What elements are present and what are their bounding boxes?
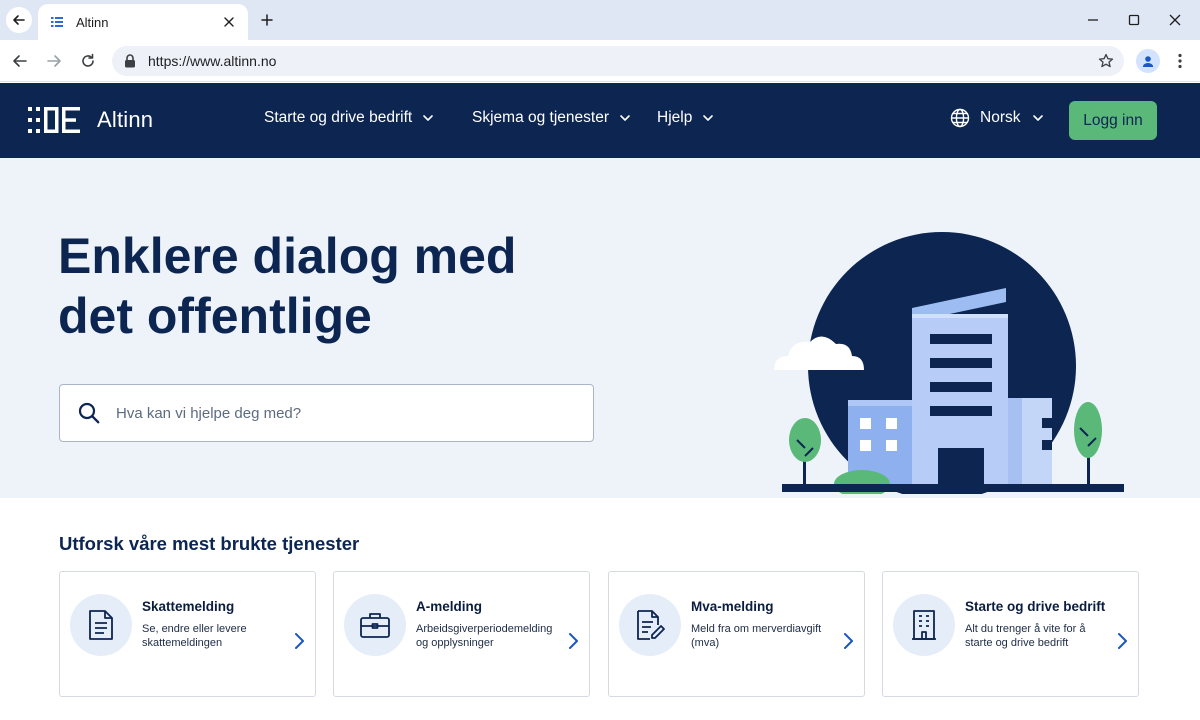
chevron-right-icon [295,633,304,649]
hero-title-line-1: Enklere dialog med [58,228,517,284]
browser-tab[interactable]: Altinn [38,4,248,40]
search-box[interactable] [59,384,594,442]
maximize-icon[interactable] [1121,8,1147,32]
url-text[interactable]: https://www.altinn.no [148,53,1098,69]
tab-title: Altinn [76,14,109,30]
browser-toolbar: https://www.altinn.no [0,40,1200,82]
profile-icon[interactable] [1136,49,1160,73]
card-title: Starte og drive bedrift [965,599,1106,614]
altinn-favicon-icon [51,17,63,27]
card-title: Skattemelding [142,599,235,614]
login-button[interactable]: Logg inn [1069,101,1157,140]
briefcase-icon [360,613,390,638]
nav-hjelp[interactable]: Hjelp [657,109,714,127]
chevron-right-icon [844,633,853,649]
card-description: Se, endre eller levere skattemeldingen [142,623,247,649]
hero-title-line-2: det offentlige [58,288,372,344]
forward-icon[interactable] [42,49,66,73]
services-heading: Utforsk våre mest brukte tjenester [59,533,360,554]
chevron-right-icon [1118,633,1127,649]
nav-label: Starte og drive bedrift [264,109,413,126]
hero-section: Enklere dialog med det offentlige [0,158,1200,498]
nav-label: Skjema og tjenester [472,109,609,126]
chevron-down-icon [423,115,434,121]
back-icon[interactable] [8,49,32,73]
building-icon [912,610,936,640]
card-description: Arbeidsgiverperiodemelding og opplysning… [416,623,553,649]
card-title: A-melding [416,599,482,614]
card-description: Alt du trenger å vite for å starte og dr… [965,623,1086,649]
language-selector[interactable]: Norsk [950,108,1044,128]
nav-skjema-og-tjenester[interactable]: Skjema og tjenester [472,109,631,127]
building-illustration [774,232,1124,494]
service-card-starte-og-drive-bedrift[interactable]: Starte og drive bedrift Alt du trenger å… [882,571,1139,697]
close-icon[interactable] [220,13,238,31]
brand-name: Altinn [97,107,154,132]
search-icon[interactable] [78,402,100,424]
chevron-down-icon [703,115,714,121]
browser-tabstrip: Altinn [0,0,1200,40]
brand-link[interactable]: Altinn [28,105,153,135]
nav-label: Hjelp [657,109,693,126]
nav-starte-og-drive-bedrift[interactable]: Starte og drive bedrift [264,109,434,127]
altinn-logo-icon [28,107,80,133]
globe-icon [950,108,970,128]
card-description: Meld fra om merverdiavgift (mva) [691,623,822,649]
card-title: Mva-melding [691,599,774,614]
window-close-icon[interactable] [1162,8,1188,32]
service-card-a-melding[interactable]: A-melding Arbeidsgiverperiodemelding og … [333,571,590,697]
address-bar[interactable]: https://www.altinn.no [112,46,1124,76]
back-icon[interactable] [6,7,32,33]
search-input[interactable] [116,404,556,422]
chevron-down-icon [620,115,630,121]
lock-icon[interactable] [124,54,136,68]
chevron-right-icon [569,633,578,649]
language-label: Norsk [980,109,1021,126]
plus-icon[interactable] [256,9,278,31]
chevron-down-icon [1033,115,1044,121]
more-icon[interactable] [1168,49,1192,73]
reload-icon[interactable] [76,49,100,73]
site-header: Altinn Starte og drive bedrift Skjema og… [0,83,1200,158]
service-card-skattemelding[interactable]: Skattemelding Se, endre eller levere ska… [59,571,316,697]
document-pen-icon [637,610,665,640]
hero-title: Enklere dialog med det offentlige [58,226,658,346]
document-icon [89,610,113,640]
minimize-icon[interactable] [1080,8,1106,32]
service-card-mva-melding[interactable]: Mva-melding Meld fra om merverdiavgift (… [608,571,865,697]
star-icon[interactable] [1098,53,1114,69]
